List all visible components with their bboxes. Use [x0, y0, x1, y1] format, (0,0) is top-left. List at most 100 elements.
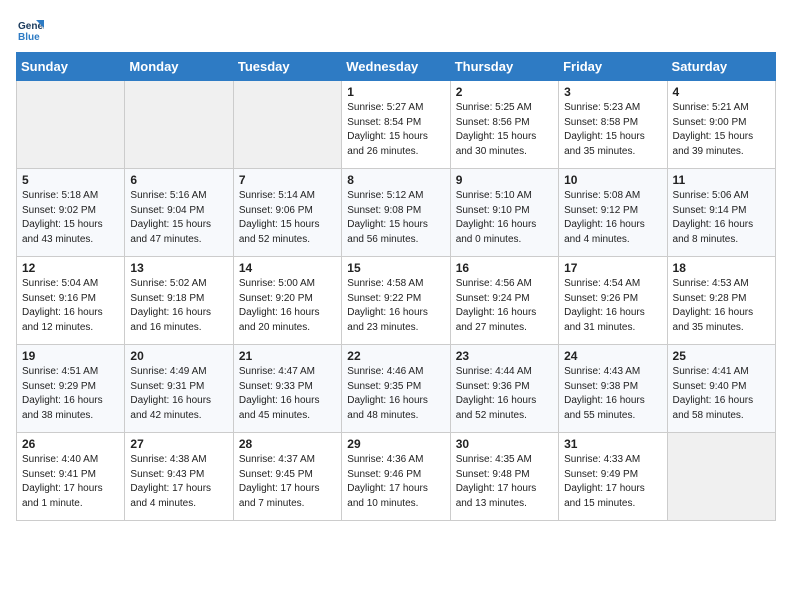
calendar-cell: 4Sunrise: 5:21 AM Sunset: 9:00 PM Daylig…: [667, 81, 775, 169]
day-info: Sunrise: 4:36 AM Sunset: 9:46 PM Dayligh…: [347, 453, 444, 511]
calendar-cell: 11 Sunrise: 5:06 AM Sunset: 9:14 PM Dayli…: [667, 169, 775, 257]
day-info: Sunrise: 4:40 AM Sunset: 9:41 PM Dayligh…: [22, 453, 119, 511]
calendar-week-4: 26 Sunrise: 4:40 AM Sunset: 9:41 PM Dayli…: [17, 433, 776, 521]
day-info: Sunrise: 5:06 AM Sunset: 9:14 PM Dayligh…: [673, 189, 770, 247]
calendar-week-3: 19 Sunrise: 4:51 AM Sunset: 9:29 PM Dayli…: [17, 345, 776, 433]
day-info: Sunrise: 4:33 AM Sunset: 9:49 PM Dayligh…: [564, 453, 661, 511]
day-number: 11: [673, 173, 770, 187]
day-number: 9: [456, 173, 553, 187]
day-info: Sunrise: 4:38 AM Sunset: 9:43 PM Dayligh…: [130, 453, 227, 511]
logo: General Blue: [16, 16, 48, 44]
day-info: Sunrise: 5:23 AM Sunset: 8:58 PM Dayligh…: [564, 101, 661, 159]
day-info: Sunrise: 4:43 AM Sunset: 9:38 PM Dayligh…: [564, 365, 661, 423]
weekday-header-friday: Friday: [559, 53, 667, 81]
day-number: 1: [347, 85, 444, 99]
calendar-cell: 26 Sunrise: 4:40 AM Sunset: 9:41 PM Dayli…: [17, 433, 125, 521]
day-info: Sunrise: 4:37 AM Sunset: 9:45 PM Dayligh…: [239, 453, 336, 511]
weekday-header-saturday: Saturday: [667, 53, 775, 81]
weekday-header-thursday: Thursday: [450, 53, 558, 81]
day-number: 14: [239, 261, 336, 275]
day-number: 18: [673, 261, 770, 275]
calendar-cell: 24 Sunrise: 4:43 AM Sunset: 9:38 PM Dayli…: [559, 345, 667, 433]
day-number: 6: [130, 173, 227, 187]
day-info: Sunrise: 4:46 AM Sunset: 9:35 PM Dayligh…: [347, 365, 444, 423]
day-number: 30: [456, 437, 553, 451]
day-number: 16: [456, 261, 553, 275]
calendar-cell: 27Sunrise: 4:38 AM Sunset: 9:43 PM Dayli…: [125, 433, 233, 521]
day-number: 28: [239, 437, 336, 451]
day-info: Sunrise: 4:54 AM Sunset: 9:26 PM Dayligh…: [564, 277, 661, 335]
weekday-header-tuesday: Tuesday: [233, 53, 341, 81]
calendar-cell: 20Sunrise: 4:49 AM Sunset: 9:31 PM Dayli…: [125, 345, 233, 433]
calendar-week-1: 5 Sunrise: 5:18 AM Sunset: 9:02 PM Daylig…: [17, 169, 776, 257]
day-info: Sunrise: 5:12 AM Sunset: 9:08 PM Dayligh…: [347, 189, 444, 247]
logo-icon: General Blue: [16, 16, 44, 44]
calendar-cell: 9 Sunrise: 5:10 AM Sunset: 9:10 PM Daylig…: [450, 169, 558, 257]
day-info: Sunrise: 4:41 AM Sunset: 9:40 PM Dayligh…: [673, 365, 770, 423]
day-info: Sunrise: 5:27 AM Sunset: 8:54 PM Dayligh…: [347, 101, 444, 159]
day-number: 2: [456, 85, 553, 99]
day-number: 26: [22, 437, 119, 451]
day-info: Sunrise: 5:04 AM Sunset: 9:16 PM Dayligh…: [22, 277, 119, 335]
calendar-cell: [233, 81, 341, 169]
weekday-header-wednesday: Wednesday: [342, 53, 450, 81]
day-info: Sunrise: 5:25 AM Sunset: 8:56 PM Dayligh…: [456, 101, 553, 159]
calendar-cell: 29 Sunrise: 4:36 AM Sunset: 9:46 PM Dayli…: [342, 433, 450, 521]
calendar-cell: 31 Sunrise: 4:33 AM Sunset: 9:49 PM Dayli…: [559, 433, 667, 521]
day-info: Sunrise: 5:18 AM Sunset: 9:02 PM Dayligh…: [22, 189, 119, 247]
day-info: Sunrise: 5:14 AM Sunset: 9:06 PM Dayligh…: [239, 189, 336, 247]
svg-text:Blue: Blue: [18, 32, 40, 43]
calendar-cell: [125, 81, 233, 169]
calendar-table: SundayMondayTuesdayWednesdayThursdayFrid…: [16, 52, 776, 521]
day-number: 22: [347, 349, 444, 363]
day-info: Sunrise: 4:53 AM Sunset: 9:28 PM Dayligh…: [673, 277, 770, 335]
calendar-cell: 17 Sunrise: 4:54 AM Sunset: 9:26 PM Dayli…: [559, 257, 667, 345]
day-number: 8: [347, 173, 444, 187]
calendar-cell: 10 Sunrise: 5:08 AM Sunset: 9:12 PM Dayli…: [559, 169, 667, 257]
calendar-cell: 14 Sunrise: 5:00 AM Sunset: 9:20 PM Dayli…: [233, 257, 341, 345]
calendar-cell: 23Sunrise: 4:44 AM Sunset: 9:36 PM Dayli…: [450, 345, 558, 433]
day-number: 5: [22, 173, 119, 187]
day-info: Sunrise: 4:51 AM Sunset: 9:29 PM Dayligh…: [22, 365, 119, 423]
calendar-cell: 22 Sunrise: 4:46 AM Sunset: 9:35 PM Dayli…: [342, 345, 450, 433]
calendar-week-2: 12Sunrise: 5:04 AM Sunset: 9:16 PM Dayli…: [17, 257, 776, 345]
day-number: 7: [239, 173, 336, 187]
calendar-cell: 13Sunrise: 5:02 AM Sunset: 9:18 PM Dayli…: [125, 257, 233, 345]
day-number: 31: [564, 437, 661, 451]
calendar-cell: [17, 81, 125, 169]
page-header: General Blue: [16, 16, 776, 44]
calendar-cell: 5 Sunrise: 5:18 AM Sunset: 9:02 PM Daylig…: [17, 169, 125, 257]
calendar-cell: 12Sunrise: 5:04 AM Sunset: 9:16 PM Dayli…: [17, 257, 125, 345]
day-number: 19: [22, 349, 119, 363]
day-info: Sunrise: 5:02 AM Sunset: 9:18 PM Dayligh…: [130, 277, 227, 335]
day-info: Sunrise: 4:47 AM Sunset: 9:33 PM Dayligh…: [239, 365, 336, 423]
calendar-cell: 28 Sunrise: 4:37 AM Sunset: 9:45 PM Dayli…: [233, 433, 341, 521]
day-info: Sunrise: 5:00 AM Sunset: 9:20 PM Dayligh…: [239, 277, 336, 335]
calendar-header-row: SundayMondayTuesdayWednesdayThursdayFrid…: [17, 53, 776, 81]
calendar-cell: 1 Sunrise: 5:27 AM Sunset: 8:54 PM Daylig…: [342, 81, 450, 169]
day-number: 20: [130, 349, 227, 363]
weekday-header-monday: Monday: [125, 53, 233, 81]
day-number: 3: [564, 85, 661, 99]
weekday-header-sunday: Sunday: [17, 53, 125, 81]
calendar-cell: 7 Sunrise: 5:14 AM Sunset: 9:06 PM Daylig…: [233, 169, 341, 257]
day-number: 17: [564, 261, 661, 275]
day-info: Sunrise: 4:56 AM Sunset: 9:24 PM Dayligh…: [456, 277, 553, 335]
calendar-cell: 15Sunrise: 4:58 AM Sunset: 9:22 PM Dayli…: [342, 257, 450, 345]
day-number: 15: [347, 261, 444, 275]
day-number: 29: [347, 437, 444, 451]
day-info: Sunrise: 5:10 AM Sunset: 9:10 PM Dayligh…: [456, 189, 553, 247]
calendar-cell: 2 Sunrise: 5:25 AM Sunset: 8:56 PM Daylig…: [450, 81, 558, 169]
day-number: 23: [456, 349, 553, 363]
day-number: 21: [239, 349, 336, 363]
calendar-cell: 21 Sunrise: 4:47 AM Sunset: 9:33 PM Dayli…: [233, 345, 341, 433]
calendar-cell: 30Sunrise: 4:35 AM Sunset: 9:48 PM Dayli…: [450, 433, 558, 521]
day-number: 10: [564, 173, 661, 187]
calendar-cell: 8 Sunrise: 5:12 AM Sunset: 9:08 PM Daylig…: [342, 169, 450, 257]
calendar-cell: 6Sunrise: 5:16 AM Sunset: 9:04 PM Daylig…: [125, 169, 233, 257]
day-info: Sunrise: 5:08 AM Sunset: 9:12 PM Dayligh…: [564, 189, 661, 247]
day-number: 24: [564, 349, 661, 363]
calendar-cell: 25Sunrise: 4:41 AM Sunset: 9:40 PM Dayli…: [667, 345, 775, 433]
day-number: 4: [673, 85, 770, 99]
calendar-week-0: 1 Sunrise: 5:27 AM Sunset: 8:54 PM Daylig…: [17, 81, 776, 169]
